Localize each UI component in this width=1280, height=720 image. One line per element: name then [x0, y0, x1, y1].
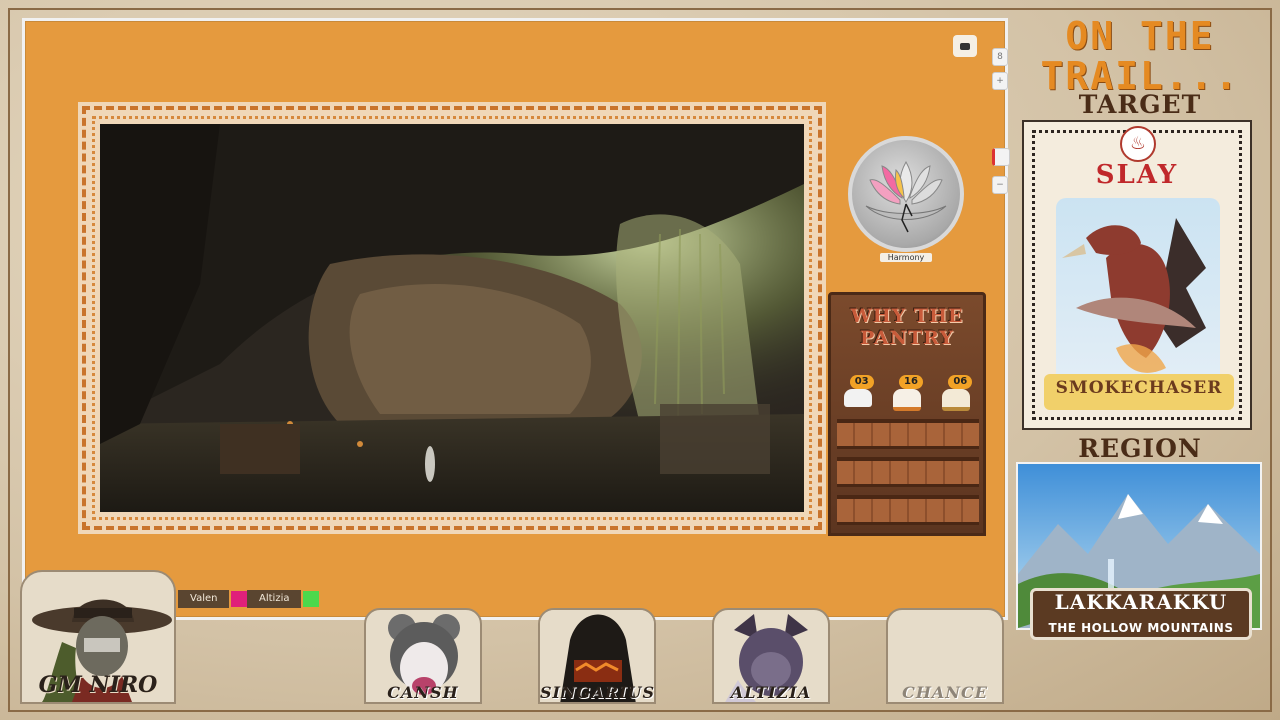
pantry-title-line2: PANTRY — [860, 327, 954, 349]
camera-icon — [960, 42, 970, 50]
canvas-side-controls: 8 + − — [992, 48, 1010, 200]
camera-toggle-button[interactable] — [953, 35, 977, 57]
pantry-shelf — [837, 457, 979, 487]
pantry-panel: WHY THE PANTRY 03 16 06 — [828, 292, 986, 536]
player-name: SINGARIUS — [540, 683, 656, 702]
page-toolbar-handle[interactable] — [992, 148, 1010, 166]
region-heading: REGION — [1078, 434, 1202, 463]
zoom-out-button[interactable]: − — [992, 176, 1008, 194]
target-card: ♨ SLAY SMOKECHASER — [1022, 120, 1252, 430]
meat-food-icon — [892, 389, 921, 411]
zoom-level-button[interactable]: 8 — [992, 48, 1008, 66]
lotus-icon — [865, 160, 947, 233]
player-name: CANSH — [387, 683, 459, 702]
player-legend-valen: Valen — [178, 590, 248, 608]
pantry-item[interactable]: 03 — [838, 375, 878, 411]
pantry-title: WHY THE PANTRY — [835, 305, 979, 349]
grain-food-icon — [942, 389, 971, 411]
pantry-shelf — [837, 495, 979, 525]
harmony-token[interactable] — [848, 136, 964, 252]
cave-illustration — [100, 124, 804, 512]
zoom-in-button[interactable]: + — [992, 72, 1008, 90]
cave-scene-image — [100, 124, 804, 512]
harmony-label: Harmony — [880, 253, 932, 262]
scene-frame — [78, 102, 826, 534]
flame-icon: ♨ — [1120, 126, 1156, 162]
smokechaser-illustration — [1056, 198, 1220, 388]
pantry-item[interactable]: 16 — [887, 375, 927, 411]
pantry-shelf — [837, 419, 979, 449]
player-legend-name: Valen — [178, 590, 230, 608]
player-card-chance: CHANCE — [886, 608, 1004, 704]
player-name: ALTIZIA — [730, 683, 812, 702]
cloud-food-icon — [843, 389, 872, 407]
overlay-title: ON THE TRAIL... — [1040, 14, 1240, 98]
pantry-item-count: 06 — [948, 375, 973, 389]
region-subtitle: THE HOLLOW MOUNTAINS — [1048, 621, 1234, 635]
player-card-altizia: ALTIZIA — [712, 608, 830, 704]
bird-creature-icon — [1062, 218, 1206, 373]
player-legend-name: Altizia — [247, 590, 302, 608]
pantry-item-count: 03 — [849, 375, 874, 389]
player-card-singarius: SINGARIUS — [538, 608, 656, 704]
player-color-swatch — [303, 591, 320, 607]
target-heading: TARGET — [1078, 90, 1202, 119]
player-card-cansh: CANSH — [364, 608, 482, 704]
region-name: LAKKARAKKU — [1054, 590, 1228, 614]
pantry-item-count: 16 — [898, 375, 923, 389]
pantry-items: 03 16 06 — [833, 375, 981, 415]
player-color-swatch — [231, 591, 248, 607]
pantry-title-line1: WHY THE — [850, 305, 964, 327]
player-legend-altizia: Altizia — [247, 590, 320, 608]
player-name: CHANCE — [902, 683, 988, 702]
gm-name: GM NIRO — [38, 672, 158, 698]
target-name: SMOKECHASER — [1055, 378, 1223, 398]
target-action: SLAY — [1095, 160, 1179, 190]
pantry-item[interactable]: 06 — [936, 375, 976, 411]
